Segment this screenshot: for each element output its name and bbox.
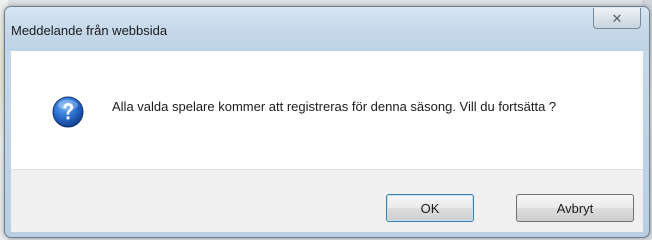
dialog-message: Alla valda spelare kommer att registrera… <box>112 99 557 114</box>
dialog-titlebar[interactable]: Meddelande från webbsida ✕ <box>5 7 649 51</box>
dialog-button-bar: OK Avbryt <box>11 169 643 232</box>
ok-button[interactable]: OK <box>386 194 474 222</box>
close-button[interactable]: ✕ <box>593 8 641 29</box>
close-icon: ✕ <box>611 10 623 26</box>
cancel-button[interactable]: Avbryt <box>516 194 634 222</box>
dialog-content: Alla valda spelare kommer att registrera… <box>11 51 643 169</box>
dialog-title: Meddelande från webbsida <box>11 23 168 38</box>
question-icon <box>52 96 84 128</box>
message-dialog: Meddelande från webbsida ✕ Alla valda sp… <box>4 6 650 238</box>
